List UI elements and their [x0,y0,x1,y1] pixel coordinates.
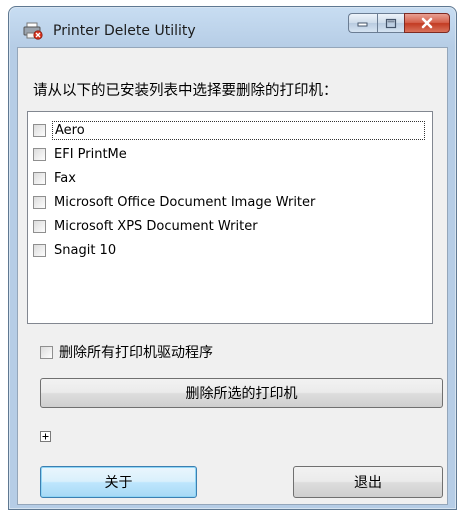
focus-rect: Aero [52,120,425,140]
delete-drivers-checkbox[interactable] [40,345,53,359]
item-label: Aero [55,122,85,138]
minimize-icon [357,22,368,27]
maximize-icon [385,18,397,28]
list-item[interactable]: Fax [33,169,425,187]
window-title: Printer Delete Utility [53,23,196,39]
title-bar[interactable]: Printer Delete Utility [9,7,456,47]
item-checkbox[interactable] [33,147,46,161]
item-checkbox[interactable] [33,195,46,209]
list-item[interactable]: EFI PrintMe [33,145,425,163]
item-label: Microsoft XPS Document Writer [54,218,258,234]
item-checkbox[interactable] [33,171,46,185]
instruction-label: 请从以下的已安装列表中选择要删除的打印机： [33,83,338,99]
close-button[interactable] [404,13,450,33]
item-checkbox[interactable] [33,123,46,137]
about-button[interactable]: 关于 [40,466,197,498]
list-item[interactable]: Aero [33,120,425,140]
exit-button[interactable]: 退出 [293,466,443,498]
item-label: Fax [54,170,76,186]
delete-drivers-label: 删除所有打印机驱动程序 [59,345,213,361]
expand-button[interactable] [40,431,51,442]
window-controls [348,13,450,35]
list-item[interactable]: Microsoft Office Document Image Writer [33,193,425,211]
item-label: EFI PrintMe [54,146,127,162]
item-label: Microsoft Office Document Image Writer [54,194,316,210]
maximize-button[interactable] [377,13,404,33]
plus-icon [42,433,49,440]
delete-selected-button[interactable]: 删除所选的打印机 [40,378,443,408]
printer-delete-icon [23,22,43,40]
delete-drivers-option[interactable]: 删除所有打印机驱动程序 [40,342,213,362]
item-checkbox[interactable] [33,243,46,257]
close-icon [421,17,433,29]
item-label: Snagit 10 [54,242,117,258]
minimize-button[interactable] [348,13,377,33]
item-checkbox[interactable] [33,219,46,233]
printer-list[interactable]: Aero EFI PrintMe Fax Microsoft Office Do… [27,111,433,324]
list-item[interactable]: Microsoft XPS Document Writer [33,217,425,235]
list-item[interactable]: Snagit 10 [33,241,425,259]
